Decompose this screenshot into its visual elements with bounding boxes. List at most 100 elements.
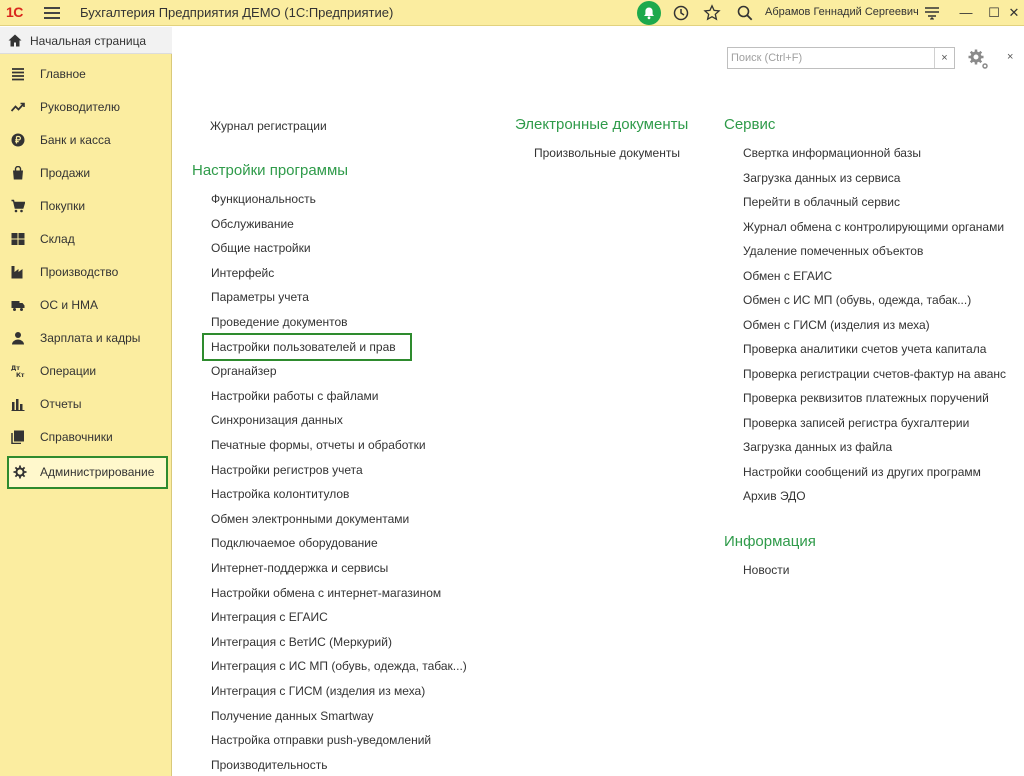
warehouse-icon <box>11 232 25 246</box>
sidebar-item-label: Руководителю <box>40 100 121 114</box>
search-clear-button[interactable]: × <box>934 48 954 68</box>
favorites-star-icon[interactable] <box>703 4 721 22</box>
program-settings-link[interactable]: Настройки работы с файлами <box>211 389 378 403</box>
service-link[interactable]: Проверка реквизитов платежных поручений <box>743 391 989 405</box>
sidebar-item-fixed-assets[interactable]: ОС и НМА <box>0 289 172 322</box>
trend-icon <box>10 100 25 114</box>
program-settings-link[interactable]: Печатные формы, отчеты и обработки <box>211 438 426 452</box>
program-settings-link[interactable]: Проведение документов <box>211 315 348 329</box>
service-link[interactable]: Загрузка данных из файла <box>743 440 892 454</box>
section-heading-information: Информация <box>724 533 816 550</box>
sidebar-item-purchases[interactable]: Покупки <box>0 190 172 223</box>
sidebar-item-administration[interactable]: Администрирование <box>7 456 168 489</box>
program-settings-link[interactable]: Органайзер <box>211 364 277 378</box>
program-settings-link[interactable]: Интеграция с ВетИС (Меркурий) <box>211 635 392 649</box>
program-settings-link[interactable]: Интерфейс <box>211 266 274 280</box>
close-window-button[interactable]: ✕ <box>1004 3 1024 23</box>
service-link[interactable]: Перейти в облачный сервис <box>743 195 900 209</box>
sidebar-item-warehouse[interactable]: Склад <box>0 223 172 256</box>
service-link[interactable]: Архив ЭДО <box>743 489 806 503</box>
service-link[interactable]: Проверка аналитики счетов учета капитала <box>743 342 986 356</box>
sidebar-item-production[interactable]: Производство <box>0 256 172 289</box>
program-settings-link[interactable]: Обслуживание <box>211 217 294 231</box>
program-settings-link[interactable]: Интеграция с ИС МП (обувь, одежда, табак… <box>211 659 467 673</box>
truck-icon <box>11 298 25 312</box>
program-settings-link[interactable]: Синхронизация данных <box>211 413 343 427</box>
sidebar-item-label: Производство <box>40 265 119 279</box>
section-heading-program-settings: Настройки программы <box>192 162 349 179</box>
service-link[interactable]: Настройки сообщений из других программ <box>743 465 981 479</box>
service-link[interactable]: Обмен с ГИСМ (изделия из меха) <box>743 318 930 332</box>
svg-text:Дт: Дт <box>11 365 20 372</box>
sidebar-item-operations[interactable]: Дт Кт Операции <box>0 355 172 388</box>
home-page-tab[interactable]: Начальная страница <box>0 27 172 54</box>
link-news[interactable]: Новости <box>743 563 789 577</box>
settings-menu-icon[interactable] <box>923 4 941 22</box>
main-panel: Поиск (Ctrl+F) × × Журнал регистрации На… <box>172 27 1024 776</box>
close-panel-button[interactable]: × <box>1007 51 1013 63</box>
maximize-button[interactable]: ☐ <box>984 3 1004 23</box>
service-link[interactable]: Свертка информационной базы <box>743 146 921 160</box>
program-settings-link[interactable]: Настройки обмена с интернет-магазином <box>211 586 441 600</box>
current-user[interactable]: Абрамов Геннадий Сергеевич <box>765 6 919 18</box>
bag-icon <box>11 165 25 180</box>
sidebar-item-bank[interactable]: Банк и касса <box>0 124 172 157</box>
sidebar-item-catalogs[interactable]: Справочники <box>0 421 172 454</box>
home-page-tab-label: Начальная страница <box>30 34 147 48</box>
title-bar: 1С Бухгалтерия Предприятия ДЕМО (1С:Пред… <box>0 0 1024 26</box>
program-settings-link[interactable]: Параметры учета <box>211 290 309 304</box>
service-link[interactable]: Проверка регистрации счетов-фактур на ав… <box>743 367 1006 381</box>
program-settings-link[interactable]: Настройка отправки push-уведомлений <box>211 733 431 747</box>
sidebar-item-label: Администрирование <box>40 465 155 479</box>
service-link[interactable]: Журнал обмена с контролирующими органами <box>743 220 1004 234</box>
minimize-button[interactable]: — <box>956 3 976 23</box>
section-heading-service: Сервис <box>724 116 776 133</box>
app-logo: 1С <box>6 4 23 20</box>
program-settings-link[interactable]: Интернет-поддержка и сервисы <box>211 561 388 575</box>
search-input[interactable]: Поиск (Ctrl+F) × <box>727 47 955 69</box>
search-icon[interactable] <box>736 4 754 22</box>
program-settings-link[interactable]: Общие настройки <box>211 241 311 255</box>
search-placeholder: Поиск (Ctrl+F) <box>731 52 803 64</box>
service-link[interactable]: Обмен с ИС МП (обувь, одежда, табак...) <box>743 293 971 307</box>
ruble-icon <box>11 133 25 147</box>
sidebar-item-label: Операции <box>40 364 97 378</box>
service-link[interactable]: Проверка записей регистра бухгалтерии <box>743 416 969 430</box>
link-registration-log[interactable]: Журнал регистрации <box>210 119 327 133</box>
program-settings-link[interactable]: Обмен электронными документами <box>211 512 409 526</box>
program-settings-link[interactable]: Настройки регистров учета <box>211 463 363 477</box>
program-settings-link[interactable]: Производительность <box>211 758 327 772</box>
program-settings-link[interactable]: Интеграция с ЕГАИС <box>211 610 328 624</box>
notifications-bell-icon[interactable] <box>637 1 661 25</box>
sidebar-item-label: ОС и НМА <box>40 298 99 312</box>
program-settings-link[interactable]: Интеграция с ГИСМ (изделия из меха) <box>211 684 425 698</box>
list-icon <box>11 67 25 81</box>
sidebar-item-label: Продажи <box>40 166 91 180</box>
home-icon <box>8 34 22 50</box>
service-link[interactable]: Удаление помеченных объектов <box>743 244 923 258</box>
sidebar-item-payroll[interactable]: Зарплата и кадры <box>0 322 172 355</box>
service-link[interactable]: Загрузка данных из сервиса <box>743 171 900 185</box>
program-settings-link[interactable]: Подключаемое оборудование <box>211 536 378 550</box>
program-settings-link[interactable]: Получение данных Smartway <box>211 709 374 723</box>
sidebar-item-label: Склад <box>40 232 75 246</box>
sidebar-item-label: Банк и касса <box>40 133 111 147</box>
menu-icon[interactable] <box>44 5 60 21</box>
service-link[interactable]: Обмен с ЕГАИС <box>743 269 832 283</box>
link-arbitrary-documents[interactable]: Произвольные документы <box>534 146 680 160</box>
sidebar-item-sales[interactable]: Продажи <box>0 157 172 190</box>
sidebar-item-reports[interactable]: Отчеты <box>0 388 172 421</box>
history-icon[interactable] <box>672 4 690 22</box>
program-settings-link[interactable]: Настройка колонтитулов <box>211 487 349 501</box>
sections-sidebar: Главное Руководителю Банк и касса Продаж… <box>0 54 172 776</box>
window-title: Бухгалтерия Предприятия ДЕМО (1С:Предпри… <box>80 5 394 20</box>
program-settings-link[interactable]: Функциональность <box>211 192 316 206</box>
gear-icon <box>13 465 27 479</box>
panel-settings-gear-icon[interactable] <box>966 47 990 71</box>
svg-text:Кт: Кт <box>16 372 25 378</box>
sidebar-item-management[interactable]: Руководителю <box>0 91 172 124</box>
section-heading-electronic-docs: Электронные документы <box>515 116 689 133</box>
sidebar-item-main[interactable]: Главное <box>0 58 172 91</box>
sidebar-item-label: Зарплата и кадры <box>40 331 141 345</box>
sidebar-item-label: Покупки <box>40 199 86 213</box>
